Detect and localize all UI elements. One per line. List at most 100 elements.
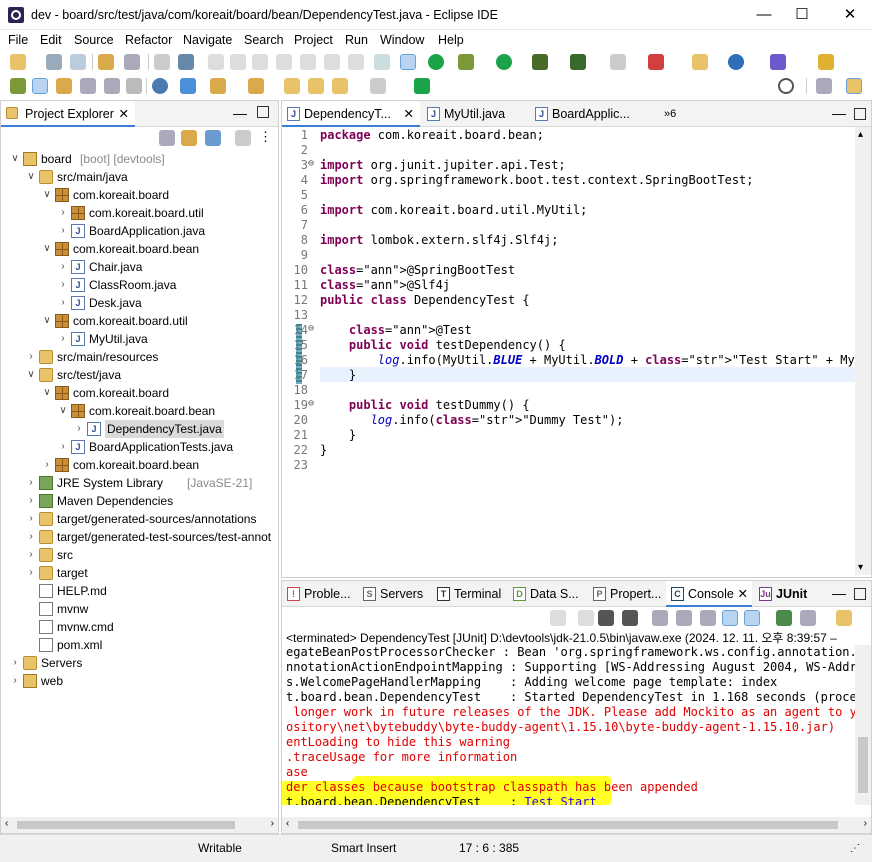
console-output[interactable]: egateBeanPostProcessorChecker : Bean 'or…: [282, 645, 855, 805]
tab-console[interactable]: C Console ✕: [666, 581, 752, 607]
view-menu-icon[interactable]: ⋮: [259, 129, 272, 145]
chevron-right-icon[interactable]: ›: [25, 474, 37, 492]
open-console-icon[interactable]: [836, 610, 852, 626]
display-console-icon[interactable]: [800, 610, 816, 626]
chevron-right-icon[interactable]: ›: [57, 438, 69, 456]
chevron-right-icon[interactable]: ›: [25, 348, 37, 366]
next-annotation-icon[interactable]: [210, 78, 226, 94]
java-perspective-icon[interactable]: [846, 78, 862, 94]
fold-toggle-icon[interactable]: ⊖: [308, 158, 314, 169]
save-icon[interactable]: [46, 54, 62, 70]
chevron-right-icon[interactable]: ›: [57, 330, 69, 348]
use-step-filters-icon[interactable]: [400, 54, 416, 70]
save-all-icon[interactable]: [70, 54, 86, 70]
open-type-icon[interactable]: [10, 78, 26, 94]
chevron-down-icon[interactable]: ∨: [41, 240, 53, 258]
menu-edit[interactable]: Edit: [40, 33, 62, 47]
tab-servers[interactable]: S Servers: [358, 581, 430, 607]
search-icon[interactable]: [180, 78, 196, 94]
tree-item[interactable]: ∨ board [boot] [devtools]: [1, 150, 278, 168]
tree-item[interactable]: › J ClassRoom.java: [1, 276, 278, 294]
forward-disabled-icon[interactable]: [370, 78, 386, 94]
menu-file[interactable]: File: [8, 33, 28, 47]
redo-icon[interactable]: [124, 54, 140, 70]
tree-item[interactable]: › com.koreait.board.util: [1, 204, 278, 222]
new-project-icon[interactable]: [692, 54, 708, 70]
tree-item[interactable]: HELP.md: [1, 582, 278, 600]
chevron-down-icon[interactable]: ∨: [41, 186, 53, 204]
maximize-editor-icon[interactable]: [854, 108, 866, 120]
close-icon[interactable]: ✕: [404, 101, 414, 125]
highlight-icon[interactable]: [32, 78, 48, 94]
run-icon[interactable]: [496, 54, 512, 70]
show-on-error-icon[interactable]: [744, 610, 760, 626]
menu-project[interactable]: Project: [294, 33, 333, 47]
tree-item[interactable]: › J Desk.java: [1, 294, 278, 312]
tree-item[interactable]: ∨ src/test/java: [1, 366, 278, 384]
fold-toggle-icon[interactable]: ⊖: [308, 323, 314, 334]
tree-item[interactable]: › web: [1, 672, 278, 690]
filter-icon[interactable]: [205, 130, 221, 146]
tab-properties[interactable]: P Propert...: [588, 581, 664, 607]
chevron-right-icon[interactable]: ›: [57, 294, 69, 312]
maximize-view-icon[interactable]: [257, 106, 269, 118]
tab-terminal[interactable]: T Terminal: [432, 581, 508, 607]
remove-all-icon[interactable]: [622, 610, 638, 626]
pin-icon[interactable]: [178, 54, 194, 70]
debug-icon[interactable]: [458, 54, 474, 70]
step-over-icon[interactable]: [324, 54, 340, 70]
chevron-right-icon[interactable]: ›: [73, 420, 85, 438]
scroll-lock-icon[interactable]: [676, 610, 692, 626]
tree-item[interactable]: ∨ com.koreait.board.bean: [1, 240, 278, 258]
tree-item[interactable]: › J BoardApplication.java: [1, 222, 278, 240]
menu-source[interactable]: Source: [74, 33, 114, 47]
tree-item[interactable]: › target: [1, 564, 278, 582]
chevron-right-icon[interactable]: ›: [57, 258, 69, 276]
step-into-icon[interactable]: [300, 54, 316, 70]
pin-console-icon[interactable]: [776, 610, 792, 626]
tab-problems[interactable]: ! Proble...: [282, 581, 354, 607]
tree-item[interactable]: ∨ com.koreait.board: [1, 384, 278, 402]
block-select-icon[interactable]: [80, 78, 96, 94]
chevron-right-icon[interactable]: ›: [9, 654, 21, 672]
prev-annotation-icon[interactable]: [248, 78, 264, 94]
chevron-down-icon[interactable]: ∨: [57, 402, 69, 420]
power-icon[interactable]: [428, 54, 444, 70]
coverage-icon[interactable]: [532, 54, 548, 70]
focus-icon[interactable]: [235, 130, 251, 146]
chevron-down-icon[interactable]: ∨: [25, 168, 37, 186]
toggle-mark-icon[interactable]: [56, 78, 72, 94]
external-tools-icon[interactable]: [570, 54, 586, 70]
tree-item[interactable]: › J MyUtil.java: [1, 330, 278, 348]
close-button[interactable]: ✕: [830, 4, 870, 26]
remove-launch-icon[interactable]: [598, 610, 614, 626]
chevron-right-icon[interactable]: ›: [57, 222, 69, 240]
maximize-console-icon[interactable]: [854, 588, 866, 600]
chevron-right-icon[interactable]: ›: [57, 204, 69, 222]
tree-item[interactable]: › Servers: [1, 654, 278, 672]
menu-search[interactable]: Search: [244, 33, 284, 47]
tab-dependencytest[interactable]: J DependencyT... ✕: [282, 101, 420, 127]
minimize-console-icon[interactable]: —: [832, 585, 846, 601]
close-icon[interactable]: ✕: [119, 101, 129, 125]
step-return-icon[interactable]: [348, 54, 364, 70]
link-with-editor-icon[interactable]: [181, 130, 197, 146]
chevron-right-icon[interactable]: ›: [25, 510, 37, 528]
last-edit-icon[interactable]: [284, 78, 300, 94]
tree-item[interactable]: ∨ com.koreait.board.util: [1, 312, 278, 330]
resume-icon[interactable]: [208, 54, 224, 70]
rerun-icon[interactable]: [550, 610, 566, 626]
console-vscrollbar[interactable]: [855, 645, 871, 805]
stop-icon[interactable]: [610, 54, 626, 70]
tree-item[interactable]: › src/main/resources: [1, 348, 278, 366]
show-on-output-icon[interactable]: [722, 610, 738, 626]
menu-window[interactable]: Window: [380, 33, 424, 47]
tab-myutil[interactable]: J MyUtil.java: [422, 101, 528, 127]
tab-project-explorer[interactable]: Project Explorer ✕: [1, 101, 135, 127]
tab-boardapplication[interactable]: J BoardApplic...: [530, 101, 642, 127]
forward-icon[interactable]: [332, 78, 348, 94]
tree-item[interactable]: ∨ com.koreait.board.bean: [1, 402, 278, 420]
menu-navigate[interactable]: Navigate: [183, 33, 232, 47]
new-icon[interactable]: [10, 54, 26, 70]
pin-editor-icon[interactable]: [414, 78, 430, 94]
